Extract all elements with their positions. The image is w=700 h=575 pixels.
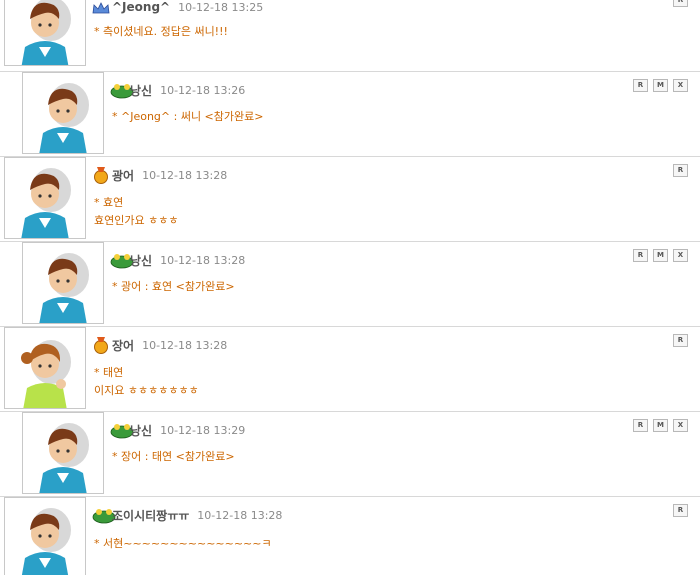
comment-text: * 서현~~~~~~~~~~~~~~~ㅋ bbox=[94, 537, 272, 550]
comment-item: 조이시티짱ㅠㅠ 10-12-18 13:28 * 서현~~~~~~~~~~~~~… bbox=[0, 496, 700, 575]
modify-button[interactable]: M bbox=[653, 249, 668, 262]
comment-author[interactable]: 조이시티짱ㅠㅠ bbox=[112, 507, 189, 524]
frog-icon bbox=[110, 82, 134, 99]
medal-icon bbox=[92, 166, 110, 184]
reply-button[interactable]: R bbox=[633, 419, 648, 432]
boy-avatar-image bbox=[21, 508, 71, 575]
reply-button[interactable]: R bbox=[673, 504, 688, 517]
comment-date: 10-12-18 13:28 bbox=[160, 253, 246, 267]
comment-item-reply: 낭신 10-12-18 13:26 * ^Jeong^ : 써니 <참가완료> … bbox=[0, 71, 700, 156]
avatar bbox=[22, 242, 104, 324]
comment-text: * 효연 bbox=[94, 196, 124, 209]
comment-text: * 광어 : 효연 <참가완료> bbox=[112, 280, 235, 293]
boy-avatar-image bbox=[21, 0, 71, 65]
comment-text: * 장어 : 태연 <참가완료> bbox=[112, 450, 235, 463]
boy-avatar-image bbox=[39, 423, 89, 493]
crown-icon bbox=[92, 0, 110, 16]
medal-icon bbox=[92, 336, 110, 354]
comment-text: 효연인가요 ㅎㅎㅎ bbox=[94, 214, 179, 227]
avatar bbox=[4, 0, 86, 66]
comment-item: 장어 10-12-18 13:28 * 태연 이지요 ㅎㅎㅎㅎㅎㅎㅎ R bbox=[0, 326, 700, 411]
comment-item-reply: 낭신 10-12-18 13:29 * 장어 : 태연 <참가완료> R M X bbox=[0, 411, 700, 496]
comment-date: 10-12-18 13:26 bbox=[160, 83, 246, 97]
comment-date: 10-12-18 13:25 bbox=[178, 0, 264, 14]
comment-author[interactable]: 낭신 bbox=[130, 82, 152, 99]
comment-author[interactable]: 광어 bbox=[112, 167, 134, 184]
delete-button[interactable]: X bbox=[673, 419, 688, 432]
comment-text: * 측이셨네요. 정답은 써니!!! bbox=[94, 25, 228, 38]
frog-icon bbox=[110, 422, 134, 439]
comment-item: 광어 10-12-18 13:28 * 효연 효연인가요 ㅎㅎㅎ R bbox=[0, 156, 700, 241]
avatar bbox=[4, 157, 86, 239]
comment-text: * ^Jeong^ : 써니 <참가완료> bbox=[112, 110, 264, 123]
comment-date: 10-12-18 13:28 bbox=[142, 338, 228, 352]
comment-text: 이지요 ㅎㅎㅎㅎㅎㅎㅎ bbox=[94, 384, 199, 397]
modify-button[interactable]: M bbox=[653, 419, 668, 432]
delete-button[interactable]: X bbox=[673, 79, 688, 92]
comment-date: 10-12-18 13:29 bbox=[160, 423, 246, 437]
boy-avatar-image bbox=[39, 253, 89, 323]
reply-button[interactable]: R bbox=[673, 0, 688, 7]
comment-author[interactable]: 장어 bbox=[112, 337, 134, 354]
comment-author[interactable]: 낭신 bbox=[130, 252, 152, 269]
frog-icon bbox=[110, 252, 134, 269]
boy-avatar-image bbox=[39, 83, 89, 153]
avatar bbox=[22, 72, 104, 154]
modify-button[interactable]: M bbox=[653, 79, 668, 92]
comment-item-reply: 낭신 10-12-18 13:28 * 광어 : 효연 <참가완료> R M X bbox=[0, 241, 700, 326]
reply-button[interactable]: R bbox=[673, 334, 688, 347]
boy-avatar-image bbox=[21, 168, 71, 238]
comment-item: ^Jeong^ 10-12-18 13:25 * 측이셨네요. 정답은 써니!!… bbox=[0, 0, 700, 68]
comment-date: 10-12-18 13:28 bbox=[142, 168, 228, 182]
comment-date: 10-12-18 13:28 bbox=[197, 508, 283, 522]
avatar bbox=[4, 497, 86, 575]
reply-button[interactable]: R bbox=[673, 164, 688, 177]
reply-button[interactable]: R bbox=[633, 249, 648, 262]
avatar bbox=[4, 327, 86, 409]
frog-icon bbox=[92, 507, 116, 524]
comment-text: * 태연 bbox=[94, 366, 124, 379]
comment-author[interactable]: 낭신 bbox=[130, 422, 152, 439]
girl-avatar-image bbox=[21, 340, 71, 408]
delete-button[interactable]: X bbox=[673, 249, 688, 262]
avatar bbox=[22, 412, 104, 494]
reply-button[interactable]: R bbox=[633, 79, 648, 92]
comment-author[interactable]: ^Jeong^ bbox=[112, 0, 170, 14]
